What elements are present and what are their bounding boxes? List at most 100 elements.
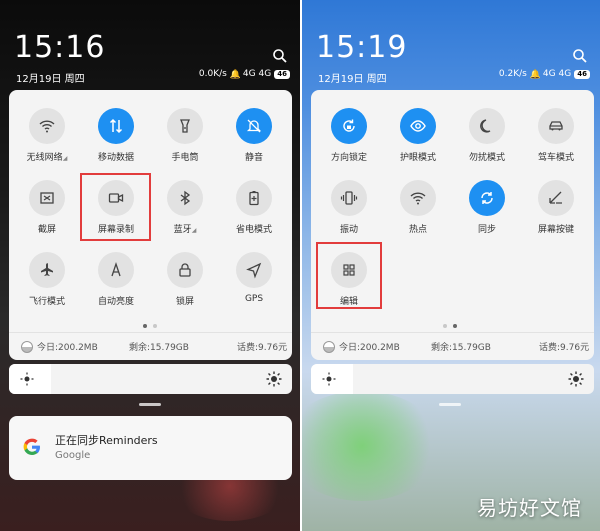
tile-eye[interactable]: 护眼模式 [384,108,452,163]
tile-button[interactable] [469,180,505,216]
tile-button[interactable] [400,108,436,144]
tile-button[interactable] [167,108,203,144]
moon-icon [480,119,491,133]
data-usage-icon [323,340,335,353]
tile-button[interactable] [29,252,65,288]
highlight-box-screen-record [80,173,151,241]
search-icon[interactable] [272,48,288,64]
phone-balance: 话费:9.76元 [237,343,288,353]
page-dot [143,324,147,328]
tile-button[interactable] [236,180,272,216]
tile-flashlight[interactable]: 手电筒 [151,108,219,163]
drag-handle[interactable] [439,403,461,406]
tile-bluetooth[interactable]: 蓝牙◢ [151,180,219,235]
left-phone-screen: 15:16 12月19日 周四 0.0K/s 🔔 4G 4G 46 无线网络◢ 移… [0,0,300,531]
tile-button[interactable] [29,180,65,216]
tile-button[interactable] [469,108,505,144]
tile-auto-brightness[interactable]: 自动亮度 [82,252,150,307]
tile-button[interactable] [98,108,134,144]
tile-lock[interactable]: 锁屏 [151,252,219,307]
today-usage: 今日:200.2MB [37,343,98,353]
status-icons: 🔔 [229,69,242,80]
hotspot-icon [410,192,426,205]
data-usage-footer[interactable]: 今日:200.2MB 剩余:15.79GB 话费:9.76元 [9,332,292,360]
quick-settings-panel: 方向锁定 护眼模式 勿扰模式 驾车模式 振动 热点 同步 屏幕按键 编辑 今日:200.2MB … [311,90,594,360]
highlight-box-edit [316,242,382,309]
tile-sync[interactable]: 同步 [453,180,521,235]
data-usage-footer[interactable]: 今日:200.2MB 剩余:15.79GB 话费:9.76元 [311,332,594,360]
tile-button[interactable] [400,180,436,216]
expand-corner-icon: ◢ [191,227,197,234]
drag-handle[interactable] [139,403,161,406]
tile-label-text: 无线网络 [26,153,63,163]
tile-button[interactable] [98,252,134,288]
tile-label: 振动 [315,222,383,235]
tile-label: 屏幕按键 [522,222,590,235]
tile-label: 勿扰模式 [453,150,521,163]
tile-button[interactable] [236,108,272,144]
vibrate-icon [340,191,358,205]
eye-icon [410,120,426,132]
tile-label-text: 自动亮度 [97,297,134,307]
notification-card[interactable]: 正在同步Reminders Google [9,416,292,480]
lock-icon [179,263,191,277]
date: 12月19日 周四 [318,74,387,85]
tile-label: 移动数据 [82,150,150,163]
tile-label: 热点 [384,222,452,235]
sync-icon [481,192,493,204]
date: 12月19日 周四 [16,74,85,85]
tile-label-text: 振动 [339,225,358,235]
page-dot [153,324,157,328]
tile-label-text: 热点 [408,225,427,235]
phone-balance: 话费:9.76元 [539,343,590,353]
page-dot [443,324,447,328]
brightness-slider[interactable] [9,364,292,394]
tile-button[interactable] [538,180,574,216]
tile-vibrate[interactable]: 振动 [315,180,383,235]
tile-button[interactable] [538,108,574,144]
tile-label: 蓝牙◢ [151,222,219,235]
tile-moon[interactable]: 勿扰模式 [453,108,521,163]
tile-label: 护眼模式 [384,150,452,163]
brightness-slider[interactable] [311,364,594,394]
tile-buttons[interactable]: 屏幕按键 [522,180,590,235]
tile-button[interactable] [331,108,367,144]
signal-label-1: 4G [542,69,556,79]
tile-gps[interactable]: GPS [220,252,288,304]
battery-badge: 46 [274,69,290,79]
brightness-low-icon [322,372,336,386]
tile-button[interactable] [167,252,203,288]
tile-label: 截屏 [13,222,81,235]
tile-screenshot[interactable]: 截屏 [13,180,81,235]
car-icon [549,121,563,131]
tile-hotspot[interactable]: 热点 [384,180,452,235]
search-icon[interactable] [572,48,588,64]
tile-label-text: 手电筒 [171,153,199,163]
screenshot-icon [40,192,54,204]
tile-button[interactable] [331,180,367,216]
tile-label-text: 屏幕按键 [537,225,574,235]
wifi-icon [39,120,55,133]
battery-icon [249,191,259,206]
status-bar: 0.2K/s 🔔 4G 4G 46 [498,69,590,80]
notification-title: 正在同步Reminders [55,434,158,447]
tile-label: GPS [220,294,288,304]
tile-button[interactable] [236,252,272,288]
tile-label-text: 移动数据 [97,153,134,163]
tile-button[interactable] [167,180,203,216]
tile-plane[interactable]: 飞行模式 [13,252,81,307]
tile-data[interactable]: 移动数据 [82,108,150,163]
buttons-icon [549,191,562,204]
data-icon [109,118,123,134]
tile-car[interactable]: 驾车模式 [522,108,590,163]
flashlight-icon [180,119,190,133]
signal-label-2: 4G [558,69,572,79]
google-icon [23,438,40,455]
data-usage-icon [21,340,33,353]
tile-battery[interactable]: 省电模式 [220,180,288,235]
tile-wifi[interactable]: 无线网络◢ [13,108,81,163]
network-speed: 0.2K/s [498,69,527,79]
tile-button[interactable] [29,108,65,144]
tile-rotation-lock[interactable]: 方向锁定 [315,108,383,163]
tile-bell-off[interactable]: 静音 [220,108,288,163]
